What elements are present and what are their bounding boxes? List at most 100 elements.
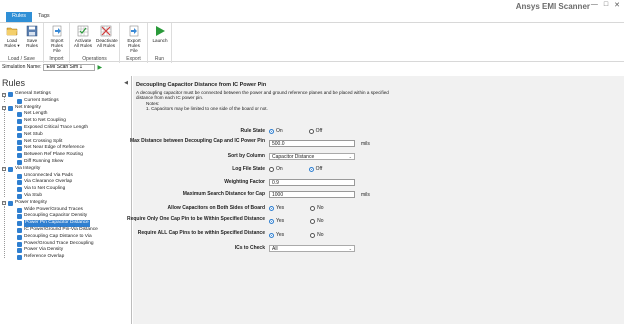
all-cap-pins-no-radio[interactable]: No xyxy=(310,232,324,238)
checkbox-checked-icon[interactable] xyxy=(17,214,22,220)
tree-item[interactable]: Power/Ground Trace Decoupling xyxy=(0,241,132,248)
tree-item[interactable]: Power Pin Capacitor Distance xyxy=(0,220,132,227)
checkbox-checked-icon[interactable] xyxy=(17,112,22,118)
tab-rules[interactable]: Rules xyxy=(6,12,33,22)
tree-item[interactable]: IC Power/Ground Pin-Via Distance xyxy=(0,227,132,234)
load-rules-button[interactable]: Load Rules ▾ xyxy=(2,25,22,48)
tree-item-label: Between Ref Plane Routing xyxy=(24,152,83,158)
all-cap-pins-yes-radio[interactable]: Yes xyxy=(269,232,284,238)
chevron-down-icon: ⌄ xyxy=(348,154,352,159)
sidebar-collapse-icon[interactable]: ◀ xyxy=(124,80,128,86)
radio-empty-icon xyxy=(269,166,274,172)
tree-group[interactable]: − General Settings xyxy=(0,91,132,98)
tree-item[interactable]: Via to Net Coupling xyxy=(0,186,132,193)
rule-state-off-radio[interactable]: Off xyxy=(308,128,322,134)
checkbox-checked-icon[interactable] xyxy=(17,125,22,131)
tree-item-label: IC Power/Ground Pin-Via Distance xyxy=(24,226,98,232)
save-rules-button[interactable]: Save Rules xyxy=(22,25,42,48)
tree-item[interactable]: Net Stub xyxy=(0,132,132,139)
tree-item[interactable]: Exposed Critical Trace Length xyxy=(0,125,132,132)
checkbox-checked-icon[interactable] xyxy=(17,255,22,261)
checkbox-checked-icon[interactable] xyxy=(17,153,22,159)
ribbon-group-export: Export Rules File Export xyxy=(120,23,148,63)
ics-to-check-dropdown[interactable]: All ⌄ xyxy=(269,245,355,252)
log-file-off-radio[interactable]: Off xyxy=(308,166,322,172)
tree-item-label: Power Integrity xyxy=(15,199,47,205)
checkbox-checked-icon[interactable] xyxy=(17,139,22,145)
checkbox-checked-icon[interactable] xyxy=(17,132,22,138)
allow-both-sides-no-radio[interactable]: No xyxy=(310,205,324,211)
import-rules-button[interactable]: Import Rules File xyxy=(47,25,67,53)
tab-tags[interactable]: Tags xyxy=(32,12,56,22)
tree-item[interactable]: Net Length xyxy=(0,111,132,118)
tree-item[interactable]: Via Clearance Overlap xyxy=(0,179,132,186)
tree-item[interactable]: Via Stub xyxy=(0,193,132,200)
tree-item-label: Via to Net Coupling xyxy=(24,186,66,192)
export-rules-button[interactable]: Export Rules File xyxy=(124,25,144,53)
minimize-button[interactable]: — xyxy=(591,1,598,9)
checkbox-checked-icon[interactable] xyxy=(17,173,22,179)
max-distance-input[interactable]: 500.0 xyxy=(269,140,355,147)
note-item: 1. Capacitors may be limited to one side… xyxy=(146,105,268,111)
rule-state-on-radio[interactable]: On xyxy=(269,128,283,134)
log-file-on-radio[interactable]: On xyxy=(269,166,283,172)
simulation-go-icon[interactable]: ▶ xyxy=(97,64,102,71)
checkbox-checked-icon[interactable] xyxy=(8,105,13,111)
max-distance-label: Max Distance between Decoupling Cap and … xyxy=(129,138,265,144)
checkbox-checked-icon[interactable] xyxy=(8,166,13,172)
weighting-factor-input[interactable]: 0.9 xyxy=(269,179,355,186)
checkbox-checked-icon[interactable] xyxy=(17,234,22,240)
tree-item[interactable]: Reference Overlap xyxy=(0,254,132,261)
log-file-state-label: Log File State xyxy=(232,166,265,172)
maximize-button[interactable]: □ xyxy=(604,1,608,9)
checkbox-checked-icon[interactable] xyxy=(17,193,22,199)
tree-item[interactable]: Between Ref Plane Routing xyxy=(0,152,132,159)
simulation-name-input[interactable] xyxy=(43,63,96,71)
ribbon: Load Rules ▾ Save Rules Load / Save Impo… xyxy=(0,22,624,63)
deactivate-all-rules-button[interactable]: Deactivate All Rules xyxy=(96,25,118,48)
only-one-cap-pin-yes-radio[interactable]: Yes xyxy=(269,218,284,224)
row-ics-to-check: ICs to Check All ⌄ xyxy=(133,245,533,254)
tree-group[interactable]: − Power Integrity xyxy=(0,200,132,207)
tree-item[interactable]: Decoupling Cap Distance to Via xyxy=(0,234,132,241)
radio-selected-icon xyxy=(269,205,274,211)
checkbox-checked-icon[interactable] xyxy=(17,227,22,233)
save-icon xyxy=(26,25,38,37)
launch-button[interactable]: Launch xyxy=(150,25,170,43)
tree-item[interactable]: Diff Running Skew xyxy=(0,159,132,166)
tree-connector xyxy=(4,110,5,163)
max-search-distance-input[interactable]: 1000 xyxy=(269,191,355,198)
activate-all-rules-button[interactable]: Activate All Rules xyxy=(73,25,93,48)
tree-item[interactable]: Current Settings xyxy=(0,98,132,105)
sort-by-dropdown[interactable]: Capacitor Distance ⌄ xyxy=(269,153,355,160)
ribbon-group-operations: Activate All Rules Deactivate All Rules … xyxy=(70,23,120,63)
checkbox-checked-icon[interactable] xyxy=(17,98,22,104)
tree-connector xyxy=(4,205,5,258)
checkbox-checked-icon[interactable] xyxy=(17,221,22,227)
checkbox-checked-icon[interactable] xyxy=(17,241,22,247)
sidebar-title: Rules xyxy=(2,78,26,88)
tree-item-label: Power Pin Capacitor Distance xyxy=(24,220,90,227)
tree-item[interactable]: Power Via Density xyxy=(0,247,132,254)
tree-item-label: Exposed Critical Trace Length xyxy=(24,124,88,130)
tree-item[interactable]: Net to Net Coupling xyxy=(0,118,132,125)
checkbox-checked-icon[interactable] xyxy=(17,207,22,213)
allow-both-sides-yes-radio[interactable]: Yes xyxy=(269,205,284,211)
checkbox-checked-icon[interactable] xyxy=(17,119,22,125)
checkbox-checked-icon[interactable] xyxy=(17,248,22,254)
checkbox-checked-icon[interactable] xyxy=(17,146,22,152)
close-button[interactable]: ✕ xyxy=(614,1,620,9)
tree-group[interactable]: − Via Integrity xyxy=(0,166,132,173)
checkbox-checked-icon[interactable] xyxy=(8,200,13,206)
only-one-cap-pin-no-radio[interactable]: No xyxy=(310,218,324,224)
radio-selected-icon xyxy=(308,166,314,172)
checkbox-checked-icon[interactable] xyxy=(17,187,22,193)
tree-group[interactable]: − Net Integrity xyxy=(0,105,132,112)
radio-selected-icon xyxy=(269,232,274,238)
checkbox-checked-icon[interactable] xyxy=(17,159,22,165)
checkbox-checked-icon[interactable] xyxy=(17,180,22,186)
ribbon-group-import: Import Rules File Import xyxy=(44,23,70,63)
tree-connector xyxy=(4,96,5,102)
sort-by-label: Sort by Column xyxy=(227,153,265,159)
checkbox-checked-icon[interactable] xyxy=(8,92,13,97)
